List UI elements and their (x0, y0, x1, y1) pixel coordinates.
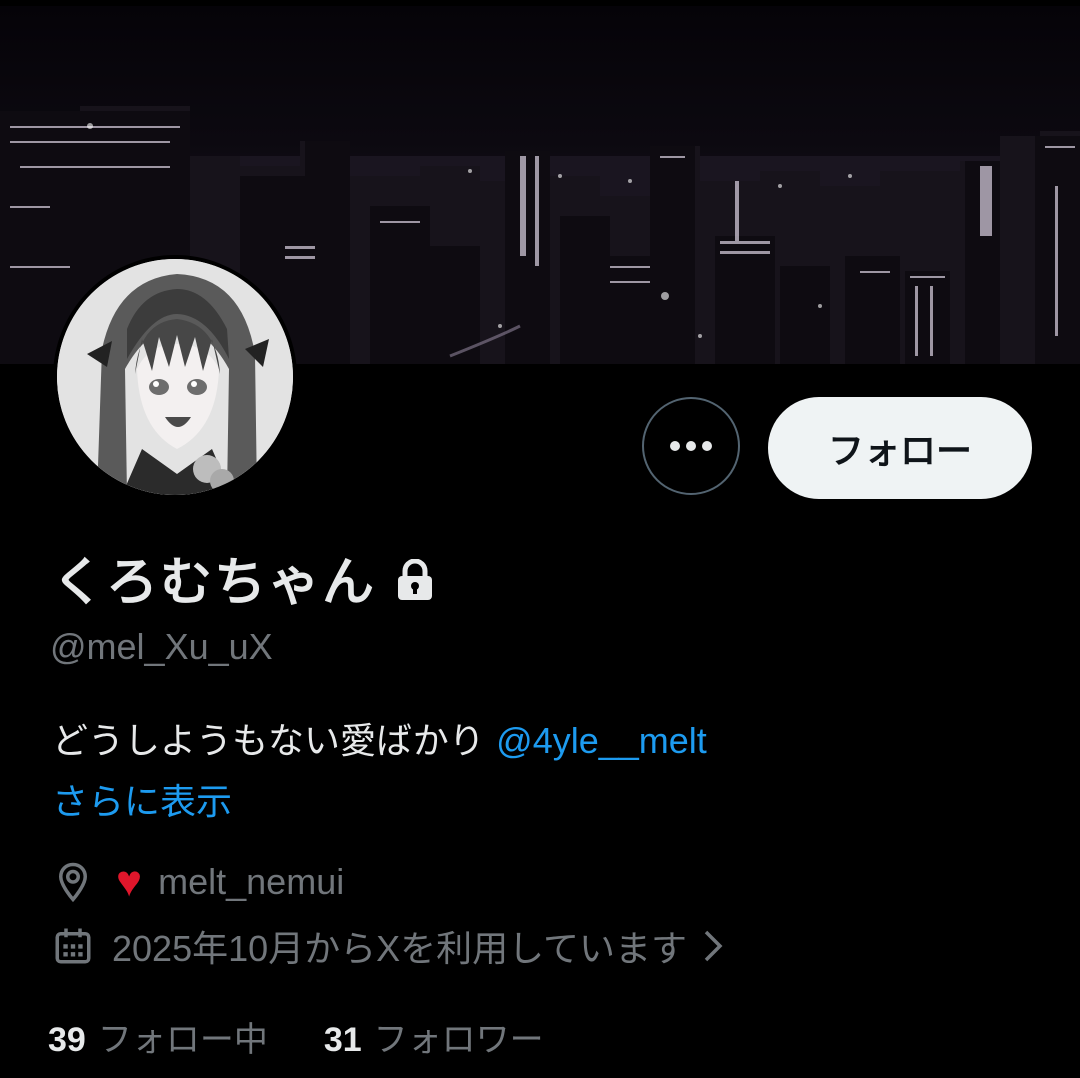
followers-stat[interactable]: 31 フォロワー (324, 1012, 544, 1061)
bio-text: どうしようもない愛ばかり (52, 721, 497, 762)
bio: どうしようもない愛ばかり @4yle__melt (52, 712, 707, 764)
chevron-right-icon (704, 930, 723, 962)
display-name: くろむちゃん (52, 553, 377, 613)
following-label: フォロー中 (97, 1020, 268, 1060)
bio-mention-link[interactable]: @4yle__melt (496, 720, 707, 761)
follow-button-label: フォロー (827, 431, 972, 472)
followers-label: フォロワー (373, 1020, 544, 1060)
more-options-button[interactable] (642, 397, 740, 495)
location-text: melt_nemui (158, 861, 345, 902)
follow-stats: 39 フォロー中 31 フォロワー (48, 1012, 544, 1061)
more-dots-icon (670, 441, 712, 451)
follow-button[interactable]: フォロー (768, 397, 1032, 499)
calendar-icon (55, 928, 91, 964)
location-pin-icon (58, 862, 88, 903)
joined-row[interactable]: 2025年10月からXを利用しています (52, 920, 725, 972)
joined-date-text: 2025年10月からXを利用しています (112, 928, 688, 969)
user-handle: @mel_Xu_uX (50, 626, 273, 667)
following-stat[interactable]: 39 フォロー中 (48, 1012, 268, 1061)
lock-icon (398, 558, 433, 600)
heart-icon: ♥ (116, 857, 143, 906)
show-more-link[interactable]: さらに表示 (52, 773, 232, 825)
following-count: 39 (48, 1021, 86, 1059)
avatar-image (57, 259, 293, 495)
avatar[interactable] (53, 255, 297, 499)
location-row: ♥ melt_nemui (52, 860, 344, 904)
display-name-row: くろむちゃん (52, 540, 434, 615)
followers-count: 31 (323, 1021, 362, 1059)
